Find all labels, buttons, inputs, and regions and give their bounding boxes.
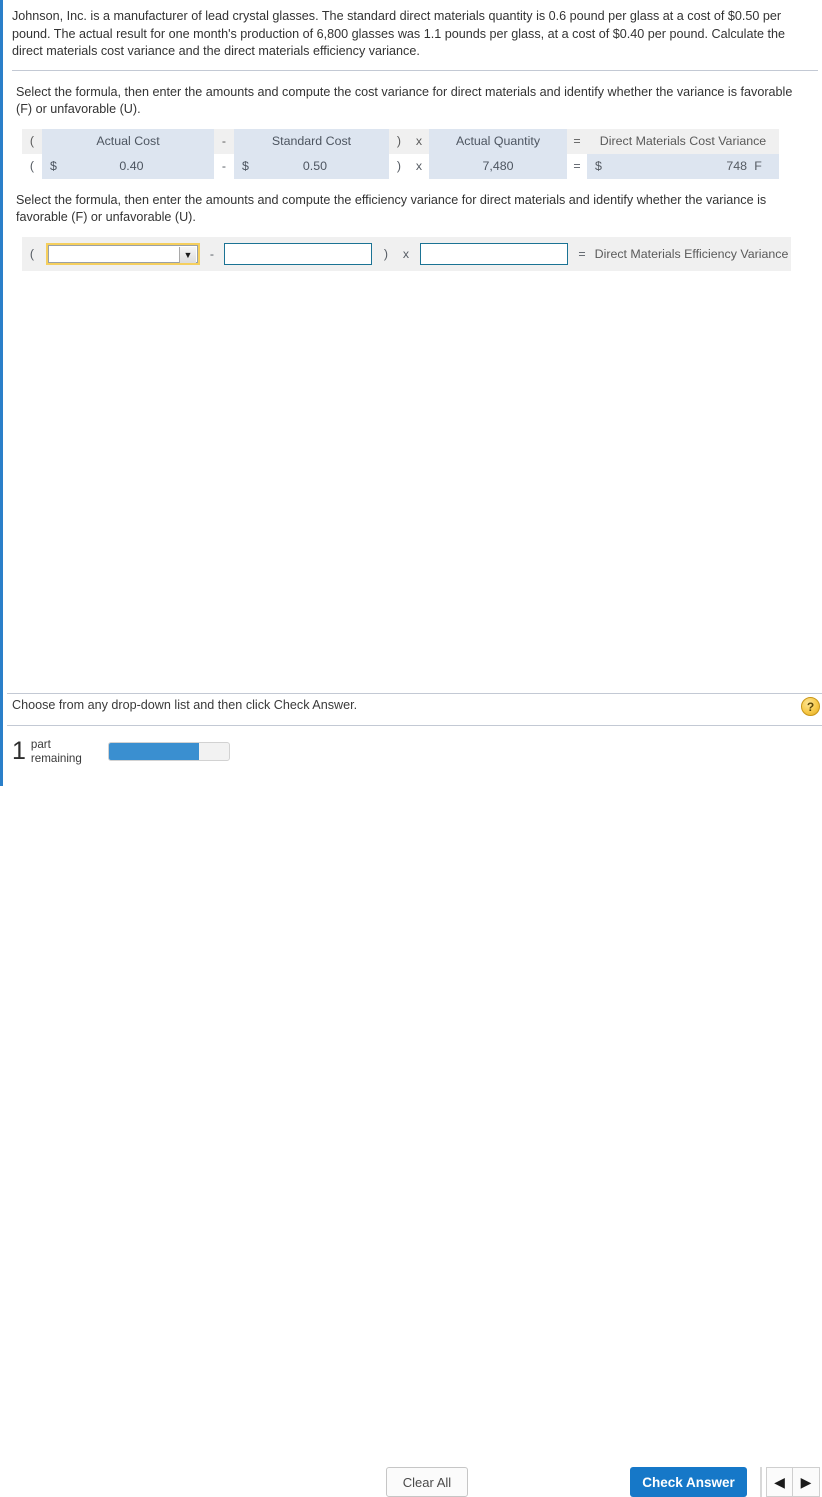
equals-operator-value: = bbox=[567, 153, 587, 179]
times-operator-entry: x bbox=[396, 236, 416, 271]
parts-label-line1: part bbox=[30, 738, 51, 751]
cost-variance-instruction: Select the formula, then enter the amoun… bbox=[16, 84, 793, 117]
efficiency-variance-table-wrap: ( ▼ - ) x = Direct Materials Efficiency … bbox=[22, 236, 822, 271]
table-row: ( ▼ - ) x = Direct Materials Efficiency … bbox=[22, 236, 791, 271]
header-actual-quantity: Actual Quantity bbox=[429, 128, 567, 154]
hint-bar: Choose from any drop-down list and then … bbox=[3, 694, 822, 725]
open-paren-value: ( bbox=[22, 153, 42, 179]
table-row: ( Actual Cost - Standard Cost ) x Actual… bbox=[22, 128, 779, 154]
cell-actual-quantity: 7,480 bbox=[429, 153, 567, 179]
close-paren-value: ) bbox=[389, 153, 409, 179]
problem-statement: Johnson, Inc. is a manufacturer of lead … bbox=[12, 9, 785, 58]
close-paren-header: ) bbox=[389, 128, 409, 154]
cell-actual-cost: $ 0.40 bbox=[42, 153, 214, 179]
efficiency-variance-instruction: Select the formula, then enter the amoun… bbox=[16, 192, 767, 225]
previous-arrow-icon[interactable]: ◀ bbox=[766, 1467, 793, 1497]
standard-cost-value: 0.50 bbox=[302, 159, 328, 173]
exercise-page: Johnson, Inc. is a manufacturer of lead … bbox=[3, 0, 822, 1497]
equals-operator-header: = bbox=[567, 128, 587, 154]
cost-variance-table-wrap: ( Actual Cost - Standard Cost ) x Actual… bbox=[22, 128, 822, 179]
parts-label: part remaining bbox=[31, 738, 82, 765]
progress-bar-fill bbox=[109, 743, 199, 760]
cell-amount-input-2 bbox=[416, 236, 572, 271]
times-operator-header: x bbox=[409, 128, 429, 154]
parts-remaining: 1 part remaining bbox=[12, 738, 82, 765]
times-operator-value: x bbox=[409, 153, 429, 179]
minus-operator-value: - bbox=[214, 153, 234, 179]
actual-cost-value: 0.40 bbox=[119, 159, 144, 173]
equals-operator-entry: = bbox=[572, 236, 592, 271]
currency-symbol: $ bbox=[50, 159, 57, 173]
cell-standard-cost: $ 0.50 bbox=[234, 153, 389, 179]
open-paren-header: ( bbox=[22, 128, 42, 154]
formula-dropdown[interactable]: ▼ bbox=[46, 242, 200, 265]
help-icon[interactable]: ? bbox=[801, 697, 820, 716]
header-actual-cost: Actual Cost bbox=[42, 128, 214, 154]
efficiency-variance-table: ( ▼ - ) x = Direct Materials Efficiency … bbox=[22, 236, 791, 271]
parts-label-line2: remaining bbox=[30, 751, 82, 765]
amount-input-2[interactable] bbox=[420, 242, 568, 265]
cost-variance-table: ( Actual Cost - Standard Cost ) x Actual… bbox=[22, 128, 779, 179]
minus-operator-entry: - bbox=[204, 236, 220, 271]
cost-variance-value: 748 bbox=[726, 159, 747, 173]
efficiency-variance-result-label: Direct Materials Efficiency Variance bbox=[592, 236, 791, 271]
cell-amount-input-1 bbox=[220, 236, 376, 271]
hint-text: Choose from any drop-down list and then … bbox=[12, 698, 358, 712]
actual-quantity-value: 7,480 bbox=[482, 159, 514, 173]
cell-cost-variance-result: $ 748 F bbox=[587, 153, 779, 179]
header-cost-variance-result: Direct Materials Cost Variance bbox=[587, 128, 779, 154]
cost-variance-flag: F bbox=[754, 159, 762, 173]
table-row: ( $ 0.40 - $ 0.50 ) x 7,480 = $ 748 F bbox=[22, 153, 779, 179]
amount-input-1[interactable] bbox=[224, 242, 372, 265]
close-paren-entry: ) bbox=[376, 236, 396, 271]
currency-symbol: $ bbox=[595, 159, 602, 173]
currency-symbol: $ bbox=[242, 159, 249, 173]
footer-toolbar: 1 part remaining Clear All Check Answer … bbox=[3, 726, 822, 1497]
parts-count: 1 bbox=[12, 737, 26, 765]
next-arrow-icon[interactable]: ▶ bbox=[793, 1467, 820, 1497]
cell-formula-select: ▼ bbox=[42, 236, 204, 271]
chevron-down-icon[interactable]: ▼ bbox=[179, 246, 196, 263]
check-answer-button[interactable]: Check Answer bbox=[630, 1467, 747, 1497]
open-paren-entry: ( bbox=[22, 236, 42, 271]
navigation-buttons: ◀ ▶ bbox=[760, 1467, 820, 1497]
progress-bar bbox=[108, 742, 230, 761]
header-standard-cost: Standard Cost bbox=[234, 128, 389, 154]
formula-dropdown-face: ▼ bbox=[48, 244, 198, 263]
minus-operator-header: - bbox=[214, 128, 234, 154]
clear-all-button[interactable]: Clear All bbox=[386, 1467, 468, 1497]
